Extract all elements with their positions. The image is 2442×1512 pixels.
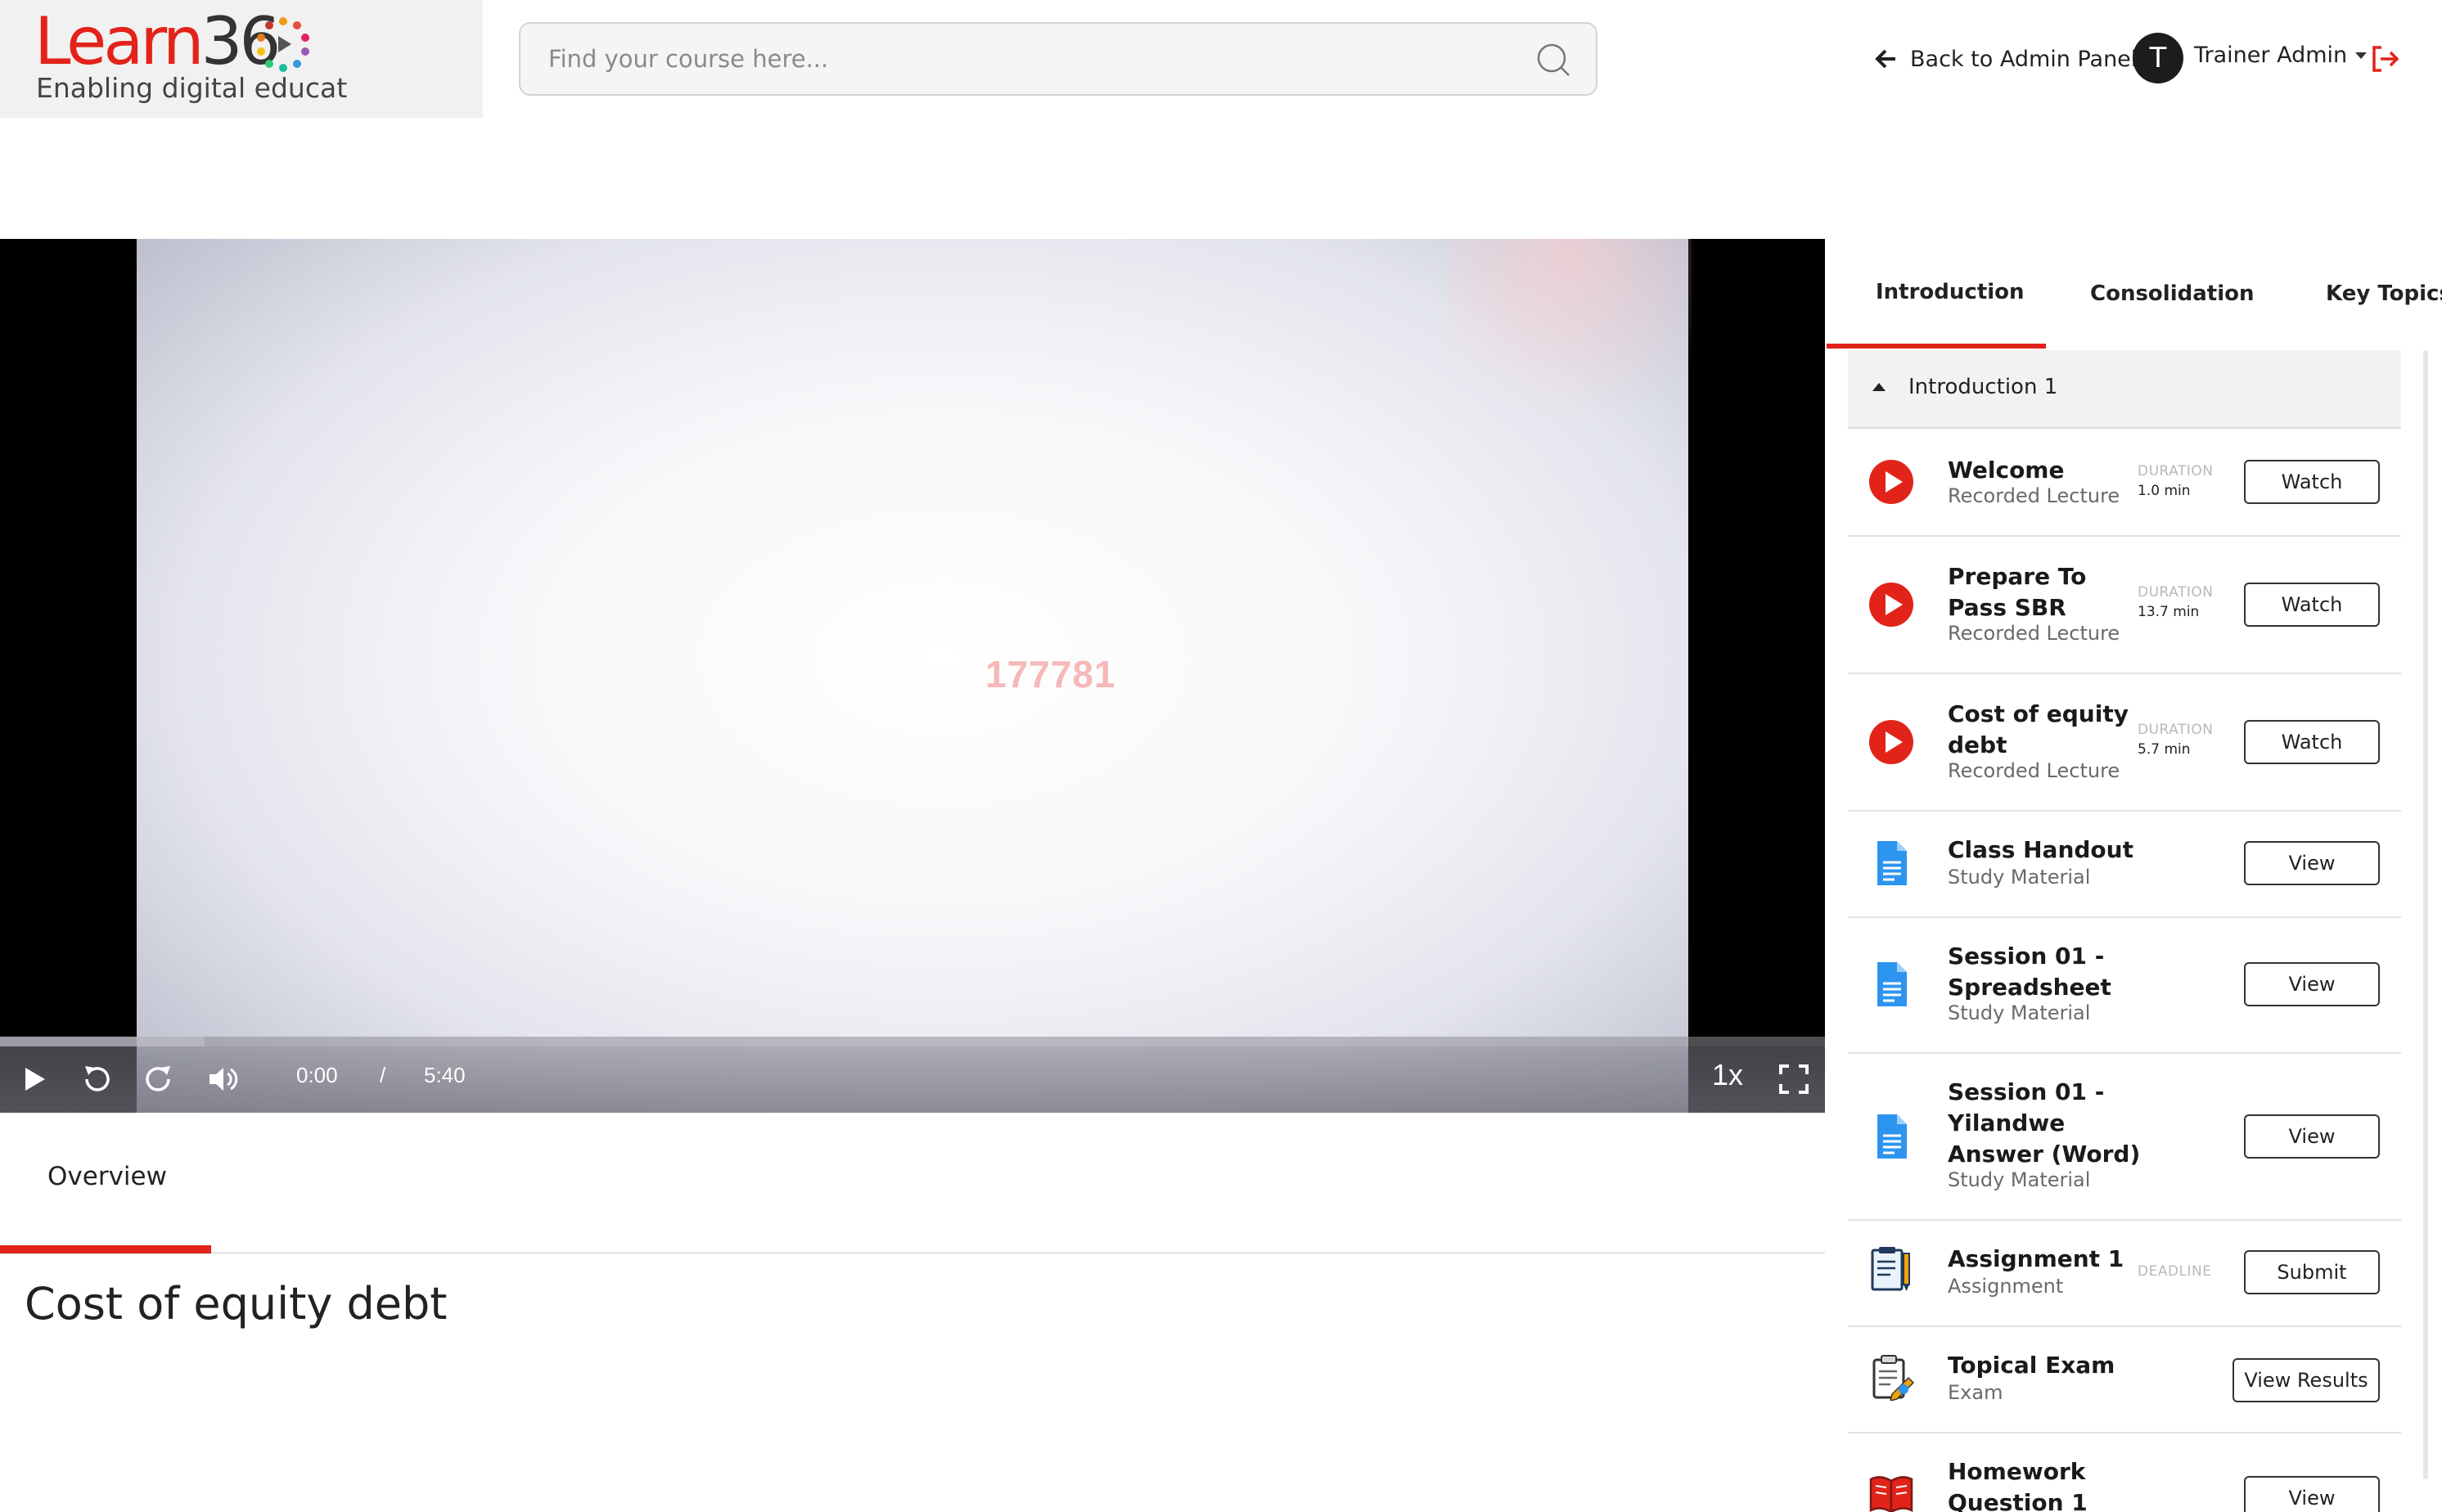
video-buffer-bar [0, 1037, 205, 1046]
item-title: Welcome [1948, 457, 2065, 484]
list-item: Class Handout Study Material View [1848, 812, 2401, 918]
video-control-bar: 0:00 / 5:40 1x [0, 1046, 1825, 1113]
list-item: Topical Exam Exam View Results [1848, 1327, 2401, 1433]
tab-consolidation[interactable]: Consolidation [2090, 281, 2254, 306]
forward-icon[interactable] [141, 1061, 177, 1097]
caret-down-icon [2355, 52, 2368, 59]
sidebar-tabs: Introduction Consolidation Key Topics [1827, 278, 2442, 352]
avatar[interactable]: T [2133, 33, 2183, 83]
rewind-icon[interactable] [79, 1061, 115, 1097]
caret-up-icon [1872, 383, 1886, 391]
section-header-introduction-1[interactable]: Introduction 1 [1848, 350, 2401, 429]
logo[interactable]: Learn36 Enabling digital educat [0, 0, 483, 118]
video-frame[interactable]: 177781 [137, 239, 1692, 1113]
tab-active-indicator [1827, 344, 2046, 349]
item-subtitle: Exam [1948, 1381, 2003, 1404]
item-subtitle: Assignment [1948, 1275, 2064, 1298]
list-item: Session 01 - Spreadsheet Study Material … [1848, 918, 2401, 1054]
document-icon[interactable] [1868, 1113, 1915, 1160]
list-item: Welcome Recorded Lecture DURATION 1.0 mi… [1848, 429, 2401, 537]
list-item: Homework Question 1 View [1848, 1433, 2401, 1512]
document-icon[interactable] [1868, 961, 1915, 1008]
video-watermark: 177781 [985, 653, 1116, 695]
logout-icon[interactable] [2370, 44, 2399, 74]
list-item: Session 01 - Yilandwe Answer (Word) Stud… [1848, 1054, 2401, 1221]
duration-value: 13.7 min [2138, 604, 2200, 620]
item-subtitle: Study Material [1948, 1168, 2091, 1191]
view-results-button[interactable]: View Results [2232, 1358, 2380, 1402]
item-title: Topical Exam [1948, 1352, 2115, 1379]
video-player[interactable]: 177781 0:00 / 5:40 1x [0, 239, 1825, 1113]
item-subtitle: Study Material [1948, 866, 2091, 889]
view-button[interactable]: View [2244, 1476, 2380, 1512]
current-time: 0:00 [296, 1063, 338, 1087]
duration-label: DURATION [2138, 722, 2214, 738]
tab-key-topics[interactable]: Key Topics [2326, 281, 2442, 306]
item-title: Class Handout [1948, 836, 2133, 863]
arrow-left-icon [1875, 49, 1895, 69]
item-title: Homework Question 1 [1948, 1458, 2088, 1512]
view-button[interactable]: View [2244, 1114, 2380, 1159]
watch-button[interactable]: Watch [2244, 460, 2380, 504]
watch-button[interactable]: Watch [2244, 720, 2380, 764]
list-item: Assignment 1 Assignment DEADLINE Submit [1848, 1221, 2401, 1327]
tab-overview[interactable]: Overview [47, 1162, 167, 1191]
volume-icon[interactable] [205, 1061, 241, 1097]
play-icon[interactable] [16, 1061, 52, 1097]
book-icon[interactable] [1868, 1469, 1915, 1512]
play-icon[interactable] [1868, 718, 1915, 766]
list-item: Prepare To Pass SBR Recorded Lecture DUR… [1848, 537, 2401, 674]
document-icon[interactable] [1868, 839, 1915, 887]
play-icon[interactable] [1868, 581, 1915, 628]
view-button[interactable]: View [2244, 841, 2380, 885]
back-to-admin-link[interactable]: Back to Admin Panel [1874, 43, 2137, 75]
exam-icon[interactable] [1868, 1353, 1915, 1401]
duration-value: 1.0 min [2138, 483, 2191, 499]
duration-time: 5:40 [424, 1063, 466, 1087]
back-to-admin-label: Back to Admin Panel [1910, 46, 2138, 72]
overview-active-indicator [0, 1245, 211, 1253]
submit-button[interactable]: Submit [2244, 1250, 2380, 1294]
sidebar-scrollbar[interactable] [2423, 350, 2428, 1479]
watch-button[interactable]: Watch [2244, 583, 2380, 627]
item-subtitle: Study Material [1948, 1001, 2091, 1024]
item-title: Session 01 - Spreadsheet [1948, 943, 2111, 1001]
tab-introduction[interactable]: Introduction [1876, 280, 2025, 304]
user-menu[interactable]: Trainer Admin [2194, 43, 2368, 68]
overview-divider [0, 1252, 1825, 1254]
duration-label: DURATION [2138, 584, 2214, 601]
deadline-label: DEADLINE [2138, 1263, 2212, 1280]
item-title: Assignment 1 [1948, 1245, 2124, 1272]
item-subtitle: Recorded Lecture [1948, 759, 2120, 782]
play-icon[interactable] [1868, 458, 1915, 506]
video-progress-bar[interactable] [0, 1037, 1825, 1046]
playback-speed-button[interactable]: 1x [1712, 1058, 1743, 1092]
item-subtitle: Recorded Lecture [1948, 622, 2120, 645]
item-title: Cost of equity debt [1948, 700, 2129, 758]
user-name-label: Trainer Admin [2194, 43, 2348, 68]
logo-tagline: Enabling digital educat [36, 72, 348, 104]
video-glow [1446, 239, 1692, 452]
section-title: Introduction 1 [1908, 375, 2058, 399]
time-separator: / [380, 1063, 386, 1087]
view-button[interactable]: View [2244, 962, 2380, 1006]
item-subtitle: Recorded Lecture [1948, 484, 2120, 507]
search-icon[interactable] [1535, 42, 1571, 78]
list-item: Cost of equity debt Recorded Lecture DUR… [1848, 674, 2401, 812]
search-input[interactable] [548, 38, 1489, 79]
search-box[interactable] [519, 22, 1597, 96]
fullscreen-icon[interactable] [1776, 1061, 1812, 1097]
page-title: Cost of equity debt [25, 1278, 448, 1330]
logo-wordmark: Learn36 [34, 3, 281, 79]
assignment-icon[interactable] [1868, 1245, 1915, 1293]
logo-ring-icon [257, 17, 309, 72]
duration-value: 5.7 min [2138, 741, 2191, 758]
item-title: Prepare To Pass SBR [1948, 563, 2087, 621]
duration-label: DURATION [2138, 463, 2214, 479]
item-title: Session 01 - Yilandwe Answer (Word) [1948, 1078, 2141, 1168]
